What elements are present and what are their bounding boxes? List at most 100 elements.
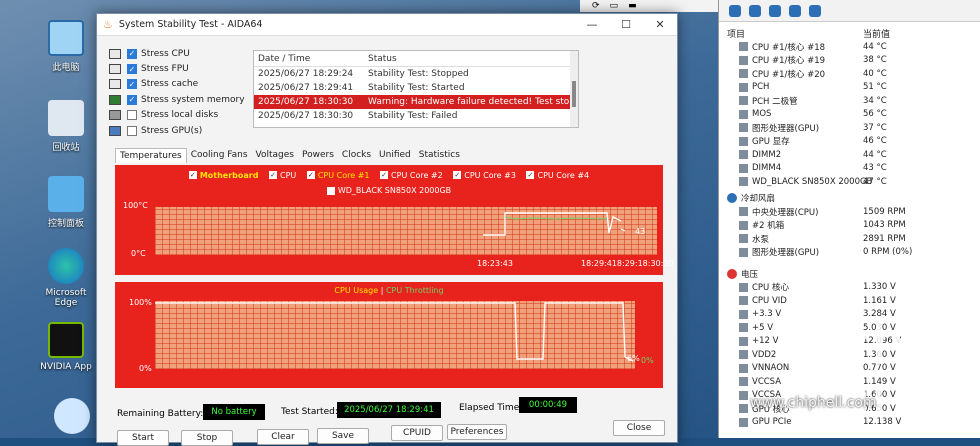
sensor-row[interactable]: PCH 51 °C xyxy=(727,81,980,95)
sensor-row[interactable]: CPU #1/核心 #19 38 °C xyxy=(727,54,980,68)
sensor-header: 项目 当前值 xyxy=(727,26,980,40)
stress-gpu-option[interactable]: Stress GPU(s) xyxy=(109,123,245,138)
sensor-row[interactable]: MOS 56 °C xyxy=(727,108,980,122)
save-icon[interactable] xyxy=(749,4,761,17)
legend-cpu-core-3[interactable]: ✓ CPU Core #3 xyxy=(453,171,516,180)
tab-cooling-fans[interactable]: Cooling Fans xyxy=(187,148,252,163)
voltage-group[interactable]: 电压 xyxy=(727,267,980,281)
sensor-chip-icon xyxy=(739,150,748,160)
sensor-row[interactable]: PCH 二极管 34 °C xyxy=(727,94,980,108)
legend-ssd[interactable]: WD_BLACK SN850X 2000GB xyxy=(326,186,451,195)
maximize-button[interactable]: ☐ xyxy=(609,14,643,36)
sensor-row[interactable]: CPU VID 1.161 V xyxy=(727,294,980,308)
log-scrollbar[interactable] xyxy=(570,51,578,127)
fan-icon xyxy=(739,234,748,244)
report-icon[interactable] xyxy=(729,4,741,17)
close-button[interactable]: Close xyxy=(613,420,665,436)
fan-group[interactable]: 冷却风扇 xyxy=(727,192,980,206)
stop-button[interactable]: Stop xyxy=(181,430,233,446)
tab-clocks[interactable]: Clocks xyxy=(338,148,375,163)
desktop-icon-nvidia[interactable]: NVIDIA App xyxy=(34,322,98,372)
stress-fpu-option[interactable]: ✓ Stress FPU xyxy=(109,61,245,76)
minus-icon[interactable]: ▬ xyxy=(628,1,637,11)
cache-icon xyxy=(109,79,121,90)
tab-powers[interactable]: Powers xyxy=(298,148,338,163)
sensor-name: WD_BLACK SN850X 2000GB xyxy=(752,176,873,187)
app-icon[interactable] xyxy=(54,398,90,434)
stress-fpu-checkbox[interactable]: ✓ xyxy=(127,64,137,75)
monitor-icon[interactable] xyxy=(809,4,821,17)
sensor-row[interactable]: GPU 显存 46 °C xyxy=(727,135,980,149)
title-bar[interactable]: ♨ System Stability Test - AIDA64 — ☐ ✕ xyxy=(97,14,677,36)
log-row[interactable]: 2025/06/27 18:29:41 Stability Test: Star… xyxy=(254,81,578,95)
close-icon[interactable]: ✕ xyxy=(643,14,677,36)
start-button[interactable]: Start xyxy=(117,430,169,446)
stress-memory-option[interactable]: ✓ Stress system memory xyxy=(109,92,245,107)
column-date[interactable]: Date / Time xyxy=(254,54,368,64)
legend-label: CPU Core #4 xyxy=(537,170,590,180)
column-item[interactable]: 项目 xyxy=(727,27,863,40)
sensor-name: PCH xyxy=(752,82,770,93)
stress-cache-checkbox[interactable]: ✓ xyxy=(127,79,137,90)
cpuid-button[interactable]: CPUID xyxy=(391,425,443,441)
refresh-icon[interactable]: ⟳ xyxy=(592,1,600,11)
desktop-icon-this-pc[interactable]: 此电脑 xyxy=(34,20,98,73)
fan-icon xyxy=(727,193,737,204)
stress-cpu-option[interactable]: ✓ Stress CPU xyxy=(109,46,245,61)
stress-gpu-checkbox[interactable] xyxy=(127,125,137,136)
sensor-row[interactable]: CPU 核心 1.330 V xyxy=(727,281,980,295)
tab-statistics[interactable]: Statistics xyxy=(415,148,464,163)
log-row[interactable]: 2025/06/27 18:29:24 Stability Test: Stop… xyxy=(254,67,578,81)
save-button[interactable]: Save xyxy=(317,428,369,444)
stress-disks-checkbox[interactable] xyxy=(127,110,137,121)
stress-cache-option[interactable]: ✓ Stress cache xyxy=(109,77,245,92)
stress-disks-option[interactable]: Stress local disks xyxy=(109,108,245,123)
window-icon[interactable]: ▭ xyxy=(610,1,619,11)
elapsed-value: 00:00:49 xyxy=(519,397,577,413)
column-status[interactable]: Status xyxy=(368,54,578,64)
desktop-icon-edge[interactable]: Microsoft Edge xyxy=(34,248,98,308)
scrollbar-thumb[interactable] xyxy=(572,81,576,107)
sensor-row[interactable]: CPU #1/核心 #18 44 °C xyxy=(727,40,980,54)
fan-icon xyxy=(739,207,748,217)
legend-motherboard[interactable]: ✓ Motherboard xyxy=(188,171,258,180)
clear-button[interactable]: Clear xyxy=(257,429,309,445)
voltage-icon xyxy=(739,363,748,373)
legend-cpu-core-1[interactable]: ✓ CPU Core #1 xyxy=(306,171,370,180)
sensor-chip-icon xyxy=(739,69,748,79)
desktop-icon-control-panel[interactable]: 控制面板 xyxy=(34,176,98,229)
event-log[interactable]: Date / Time Status 2025/06/27 18:29:24 S… xyxy=(253,50,579,128)
minimize-button[interactable]: — xyxy=(575,14,609,36)
sensor-row[interactable]: DIMM2 44 °C xyxy=(727,148,980,162)
sensor-row[interactable]: 图形处理器(GPU) 0 RPM (0%) xyxy=(727,246,980,260)
benchmark-icon[interactable] xyxy=(769,4,781,17)
legend-cpu-core-4[interactable]: ✓ CPU Core #4 xyxy=(526,171,589,180)
sensor-row[interactable]: DIMM4 43 °C xyxy=(727,162,980,176)
stress-cpu-checkbox[interactable]: ✓ xyxy=(127,48,137,59)
legend-cpu[interactable]: ✓ CPU xyxy=(269,171,296,180)
desktop-icon-label: 控制面板 xyxy=(47,219,84,229)
legend-cpu-core-2[interactable]: ✓ CPU Core #2 xyxy=(380,171,443,180)
sensor-row[interactable]: WD_BLACK SN850X 2000GB 47 °C xyxy=(727,175,980,189)
stress-memory-checkbox[interactable]: ✓ xyxy=(127,94,137,105)
sensor-row[interactable]: #2 机箱 1043 RPM xyxy=(727,219,980,233)
legend-label: CPU Core #3 xyxy=(464,170,516,180)
tab-voltages[interactable]: Voltages xyxy=(252,148,298,163)
sensor-row[interactable]: 水泵 2891 RPM xyxy=(727,232,980,246)
checkbox-icon: ✓ xyxy=(453,171,462,179)
sensor-value: 1043 RPM xyxy=(863,220,906,231)
voltage-icon xyxy=(739,336,748,346)
sensor-row[interactable]: 图形处理器(GPU) 37 °C xyxy=(727,121,980,135)
tab-unified[interactable]: Unified xyxy=(375,148,415,163)
temperature-rows: CPU #1/核心 #18 44 °C CPU #1/核心 #19 38 °C CPU … xyxy=(727,40,980,189)
log-row-warning[interactable]: 2025/06/27 18:30:30 Warning: Hardware fa… xyxy=(254,95,578,109)
log-row[interactable]: 2025/06/27 18:30:30 Stability Test: Fail… xyxy=(254,109,578,123)
column-value[interactable]: 当前值 xyxy=(863,27,890,40)
tab-temperatures[interactable]: Temperatures xyxy=(115,148,187,163)
sensor-name: #2 机箱 xyxy=(752,221,785,232)
desktop-icon-recycle-bin[interactable]: 回收站 xyxy=(34,100,98,153)
temperature-lines xyxy=(483,212,626,236)
sensor-row[interactable]: CPU #1/核心 #20 40 °C xyxy=(727,67,980,81)
info-icon[interactable] xyxy=(789,4,801,17)
sensor-row[interactable]: 中央处理器(CPU) 1509 RPM xyxy=(727,205,980,219)
